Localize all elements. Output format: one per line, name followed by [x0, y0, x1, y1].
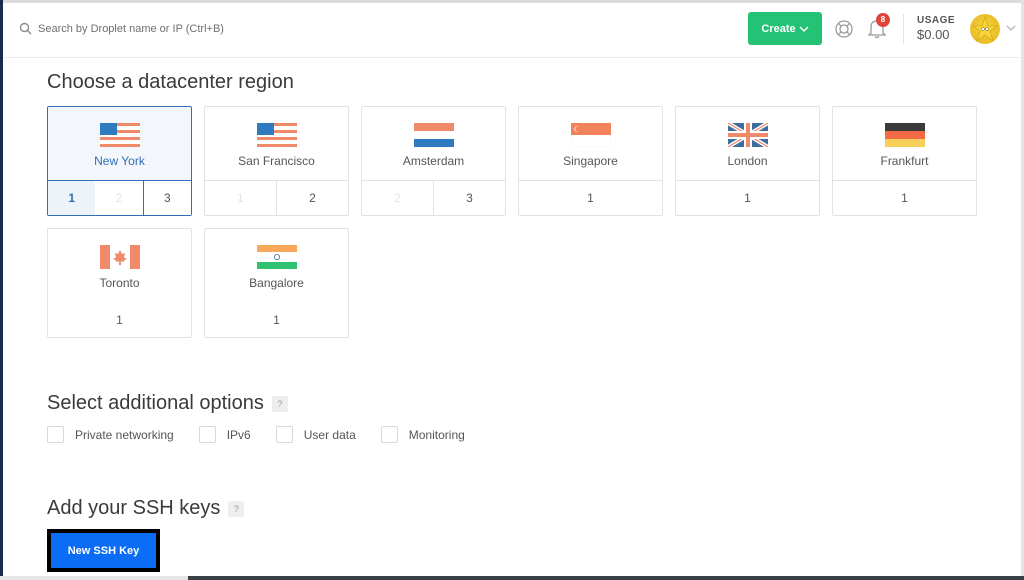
- region-name: Amsterdam: [402, 154, 465, 168]
- option-private-networking[interactable]: Private networking: [47, 426, 174, 443]
- option-ipv6[interactable]: IPv6: [198, 426, 251, 443]
- option-label: Private networking: [75, 427, 174, 442]
- region-number-option[interactable]: 2: [276, 181, 348, 215]
- new-ssh-key-button[interactable]: New SSH Key: [47, 529, 160, 572]
- account-chevron-down-icon[interactable]: [1005, 22, 1017, 34]
- option-label: User data: [303, 427, 356, 442]
- region-card-amsterdam[interactable]: Amsterdam 2 3: [361, 106, 506, 216]
- region-number-option[interactable]: 3: [142, 181, 191, 215]
- create-button[interactable]: Create: [748, 12, 822, 45]
- option-label: IPv6: [226, 427, 251, 442]
- region-card-frankfurt[interactable]: Frankfurt 1: [832, 106, 977, 216]
- ssh-title-text: Add your SSH keys: [47, 497, 221, 519]
- region-name: New York: [94, 154, 145, 168]
- window-left-border: [0, 0, 3, 580]
- region-number-option[interactable]: 1: [48, 181, 96, 215]
- region-number-option[interactable]: 1: [519, 181, 662, 215]
- private-networking-checkbox[interactable]: [47, 426, 64, 443]
- options-help-icon[interactable]: ?: [271, 395, 288, 412]
- region-name: Frankfurt: [880, 154, 929, 168]
- ssh-help-icon[interactable]: ?: [228, 500, 245, 517]
- region-number-selector: 1: [833, 180, 976, 215]
- options-section-title: Select additional options ?: [47, 392, 288, 415]
- region-number-option[interactable]: 3: [433, 181, 505, 215]
- region-number-option: 1: [237, 191, 244, 205]
- notification-badge: 8: [876, 13, 890, 27]
- region-name: Bangalore: [249, 276, 304, 290]
- option-label: Monitoring: [408, 427, 465, 442]
- options-title-text: Select additional options: [47, 392, 264, 414]
- usage-value: $0.00: [917, 27, 950, 42]
- datacenter-section-title: Choose a datacenter region: [47, 71, 294, 93]
- de-flag-icon: [884, 123, 925, 147]
- ca-flag-icon: [99, 245, 140, 269]
- search-input[interactable]: [38, 22, 298, 35]
- ipv6-checkbox[interactable]: [198, 426, 216, 443]
- search-bar[interactable]: [19, 22, 298, 35]
- region-card-singapore[interactable]: Singapore 1: [518, 106, 663, 216]
- nl-flag-icon: [413, 123, 454, 147]
- region-number-selector: 1 2 3: [48, 180, 191, 215]
- region-number-selector: 1: [48, 302, 191, 337]
- monitoring-checkbox[interactable]: [380, 426, 398, 443]
- sg-flag-icon: [570, 123, 611, 147]
- region-card-san-francisco[interactable]: San Francisco 1 2: [204, 106, 349, 216]
- region-name: San Francisco: [238, 154, 315, 168]
- lifebuoy-help-icon[interactable]: [834, 19, 854, 39]
- region-card-london[interactable]: London 1: [675, 106, 820, 216]
- additional-options-list: Private networking IPv6 User data Monito…: [47, 426, 490, 443]
- region-number-selector: 1 2: [205, 180, 348, 215]
- region-number-option[interactable]: 1: [205, 302, 348, 337]
- user-data-checkbox[interactable]: [275, 426, 293, 443]
- region-card-new-york[interactable]: New York 1 2 3: [47, 106, 192, 216]
- taskbar-strip: [188, 576, 1024, 580]
- usage-label: USAGE: [917, 15, 956, 26]
- region-number-option[interactable]: 1: [676, 181, 819, 215]
- region-number-option[interactable]: 1: [48, 302, 191, 337]
- usage-display[interactable]: USAGE $0.00: [917, 15, 955, 42]
- region-card-bangalore[interactable]: Bangalore 1: [204, 228, 349, 338]
- us-flag-icon: [256, 123, 297, 147]
- uk-flag-icon: [727, 123, 768, 147]
- header-divider: [903, 14, 904, 44]
- new-ssh-key-label: New SSH Key: [51, 533, 156, 568]
- region-number-selector: 1: [519, 180, 662, 215]
- chevron-down-icon: [799, 26, 809, 32]
- region-number-selector: 1: [676, 180, 819, 215]
- region-number-selector: 2 3: [362, 180, 505, 215]
- region-name: Singapore: [563, 154, 618, 168]
- region-name: Toronto: [99, 276, 140, 290]
- ssh-section-title: Add your SSH keys ?: [47, 497, 245, 520]
- avatar[interactable]: [970, 14, 1000, 44]
- option-monitoring[interactable]: Monitoring: [380, 426, 465, 443]
- starfish-avatar-icon: [971, 15, 999, 43]
- region-number-selector: 1: [205, 302, 348, 337]
- option-user-data[interactable]: User data: [275, 426, 356, 443]
- region-number-option: 2: [95, 181, 143, 215]
- region-card-toronto[interactable]: Toronto 1: [47, 228, 192, 338]
- region-number-option: 2: [394, 191, 401, 205]
- region-name: London: [727, 154, 768, 168]
- create-label: Create: [761, 22, 796, 35]
- search-icon: [19, 22, 32, 35]
- in-flag-icon: [256, 245, 297, 269]
- us-flag-icon: [99, 123, 140, 147]
- region-number-option[interactable]: 1: [833, 181, 976, 215]
